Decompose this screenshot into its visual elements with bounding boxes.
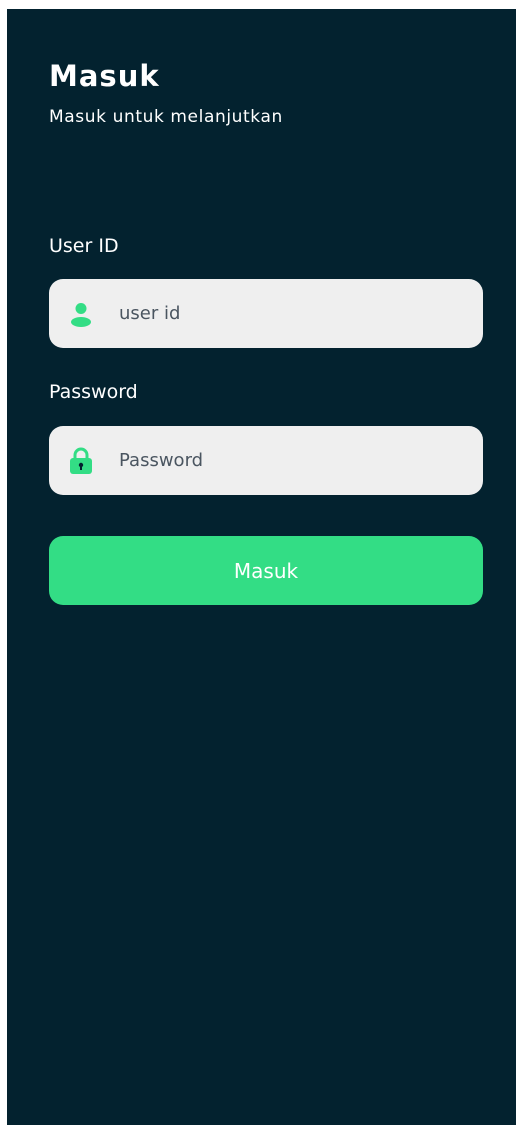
- user-icon: [67, 300, 95, 328]
- lock-icon: [67, 447, 95, 475]
- login-button[interactable]: Masuk: [49, 536, 483, 605]
- password-input[interactable]: [119, 450, 459, 471]
- page-subtitle: Masuk untuk melanjutkan: [49, 107, 283, 127]
- user-id-field[interactable]: [49, 279, 483, 348]
- password-field[interactable]: [49, 426, 483, 495]
- login-screen: Masuk Masuk untuk melanjutkan User ID Pa…: [7, 9, 516, 1125]
- user-id-label: User ID: [49, 235, 119, 257]
- user-id-input[interactable]: [119, 303, 459, 324]
- page-title: Masuk: [49, 59, 160, 93]
- password-label: Password: [49, 381, 138, 403]
